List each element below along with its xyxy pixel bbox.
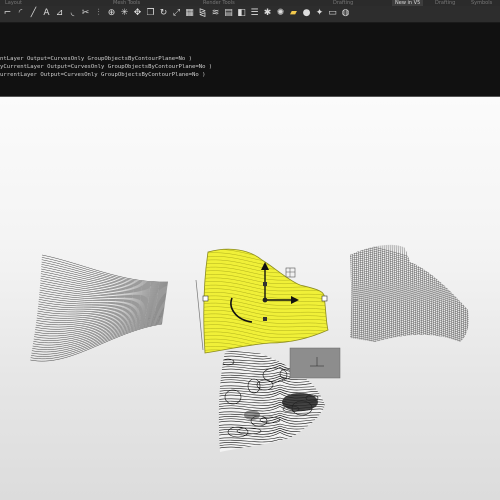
contour-curves-left[interactable] [30,254,169,362]
contour-curve [350,337,469,342]
contour-curve [421,244,425,342]
contour-curve [30,323,163,362]
contour-curve [455,244,459,342]
command-history-line: urrentLayer Output=CurvesOnly GroupObjec… [0,72,206,78]
folder-icon[interactable]: ▰ [288,8,299,19]
contour-curve [350,335,469,342]
contour-curve [33,316,164,343]
contour-curve [457,244,461,342]
contour-curve [350,341,469,342]
command-history-line: ntLayer Output=CurvesOnly GroupObjectsBy… [0,56,192,62]
join-icon[interactable]: ⊕ [106,8,117,19]
gray-plane-square[interactable] [289,347,341,379]
properties-icon[interactable]: ☰ [249,8,260,19]
contour-curve [411,244,415,342]
contour-curve [437,244,441,342]
gumball-origin[interactable] [262,297,268,303]
mirror-icon[interactable]: ⧎ [197,8,208,19]
explode-icon[interactable]: ✳ [119,8,130,19]
z-scale-handle[interactable] [263,282,267,286]
contour-curve [443,244,447,342]
scale-icon[interactable]: ⤢ [171,8,182,19]
sphere-icon[interactable]: ● [301,8,312,19]
contour-curve [357,244,361,342]
contour-curve [405,244,409,342]
contour-curve [345,350,470,384]
rotation-axis-line [195,279,204,351]
contour-curve [449,244,453,342]
array-icon[interactable]: ▦ [184,8,195,19]
line-tool-icon[interactable]: ╱ [28,8,39,19]
section-icon[interactable]: ▤ [223,8,234,19]
lightbulb-icon[interactable]: ✦ [314,8,325,19]
scale-handle-bottom[interactable] [263,317,267,321]
move-icon[interactable]: ✥ [132,8,143,19]
layer-icon[interactable]: ◧ [236,8,247,19]
control-point-handle[interactable] [202,295,209,302]
fillet-icon[interactable]: ◟ [67,8,78,19]
contour-curve [350,244,353,342]
contour-curve [417,244,421,342]
split-icon[interactable]: ⫶ [93,8,104,19]
contour-curve [461,244,465,342]
contour-curve [345,344,470,378]
color-wheel-icon[interactable]: ✺ [275,8,286,19]
contour-curve [41,266,168,288]
gumball-plane-handle[interactable] [285,267,296,278]
curve-tool-icon[interactable]: ⌐ [2,8,13,19]
contour-curves-right[interactable] [345,240,470,384]
rotate-icon[interactable]: ↻ [158,8,169,19]
copy-icon[interactable]: ❐ [145,8,156,19]
contour-curve [41,259,168,285]
viewport-canvas[interactable] [0,97,500,500]
contour-curve [350,244,351,342]
perspective-viewport[interactable] [0,97,500,500]
rect-tool-icon[interactable]: ▭ [327,8,338,19]
contour-curve [345,346,470,380]
contour-curve [350,339,469,342]
contour-icon[interactable]: ≋ [210,8,221,19]
render-icon[interactable]: ✱ [262,8,273,19]
text-tool-icon[interactable]: A [41,8,52,19]
contour-curve [463,244,467,342]
contour-curve [345,348,470,382]
command-history-line: yCurrentLayer Output=CurvesOnly GroupObj… [0,64,213,70]
contour-curve [41,268,168,289]
contour-curve [32,318,163,348]
dimension-icon[interactable]: ⊿ [54,8,65,19]
control-point-handle[interactable] [321,295,328,302]
contour-curve [367,244,371,342]
trim-icon[interactable]: ✂ [80,8,91,19]
contour-curve [371,244,375,342]
contour-curve [451,244,455,342]
globe-icon[interactable]: ◍ [340,8,351,19]
toolbar: ⌐ ◜ ╱ A ⊿ ◟ ✂ ⫶ ⊕ ✳ ✥ ❐ ↻ ⤢ ▦ ⧎ ≋ ▤ ◧ ☰ … [0,6,500,23]
arc-tool-icon[interactable]: ◜ [15,8,26,19]
command-history-panel: ntLayer Output=CurvesOnly GroupObjectsBy… [0,23,500,96]
